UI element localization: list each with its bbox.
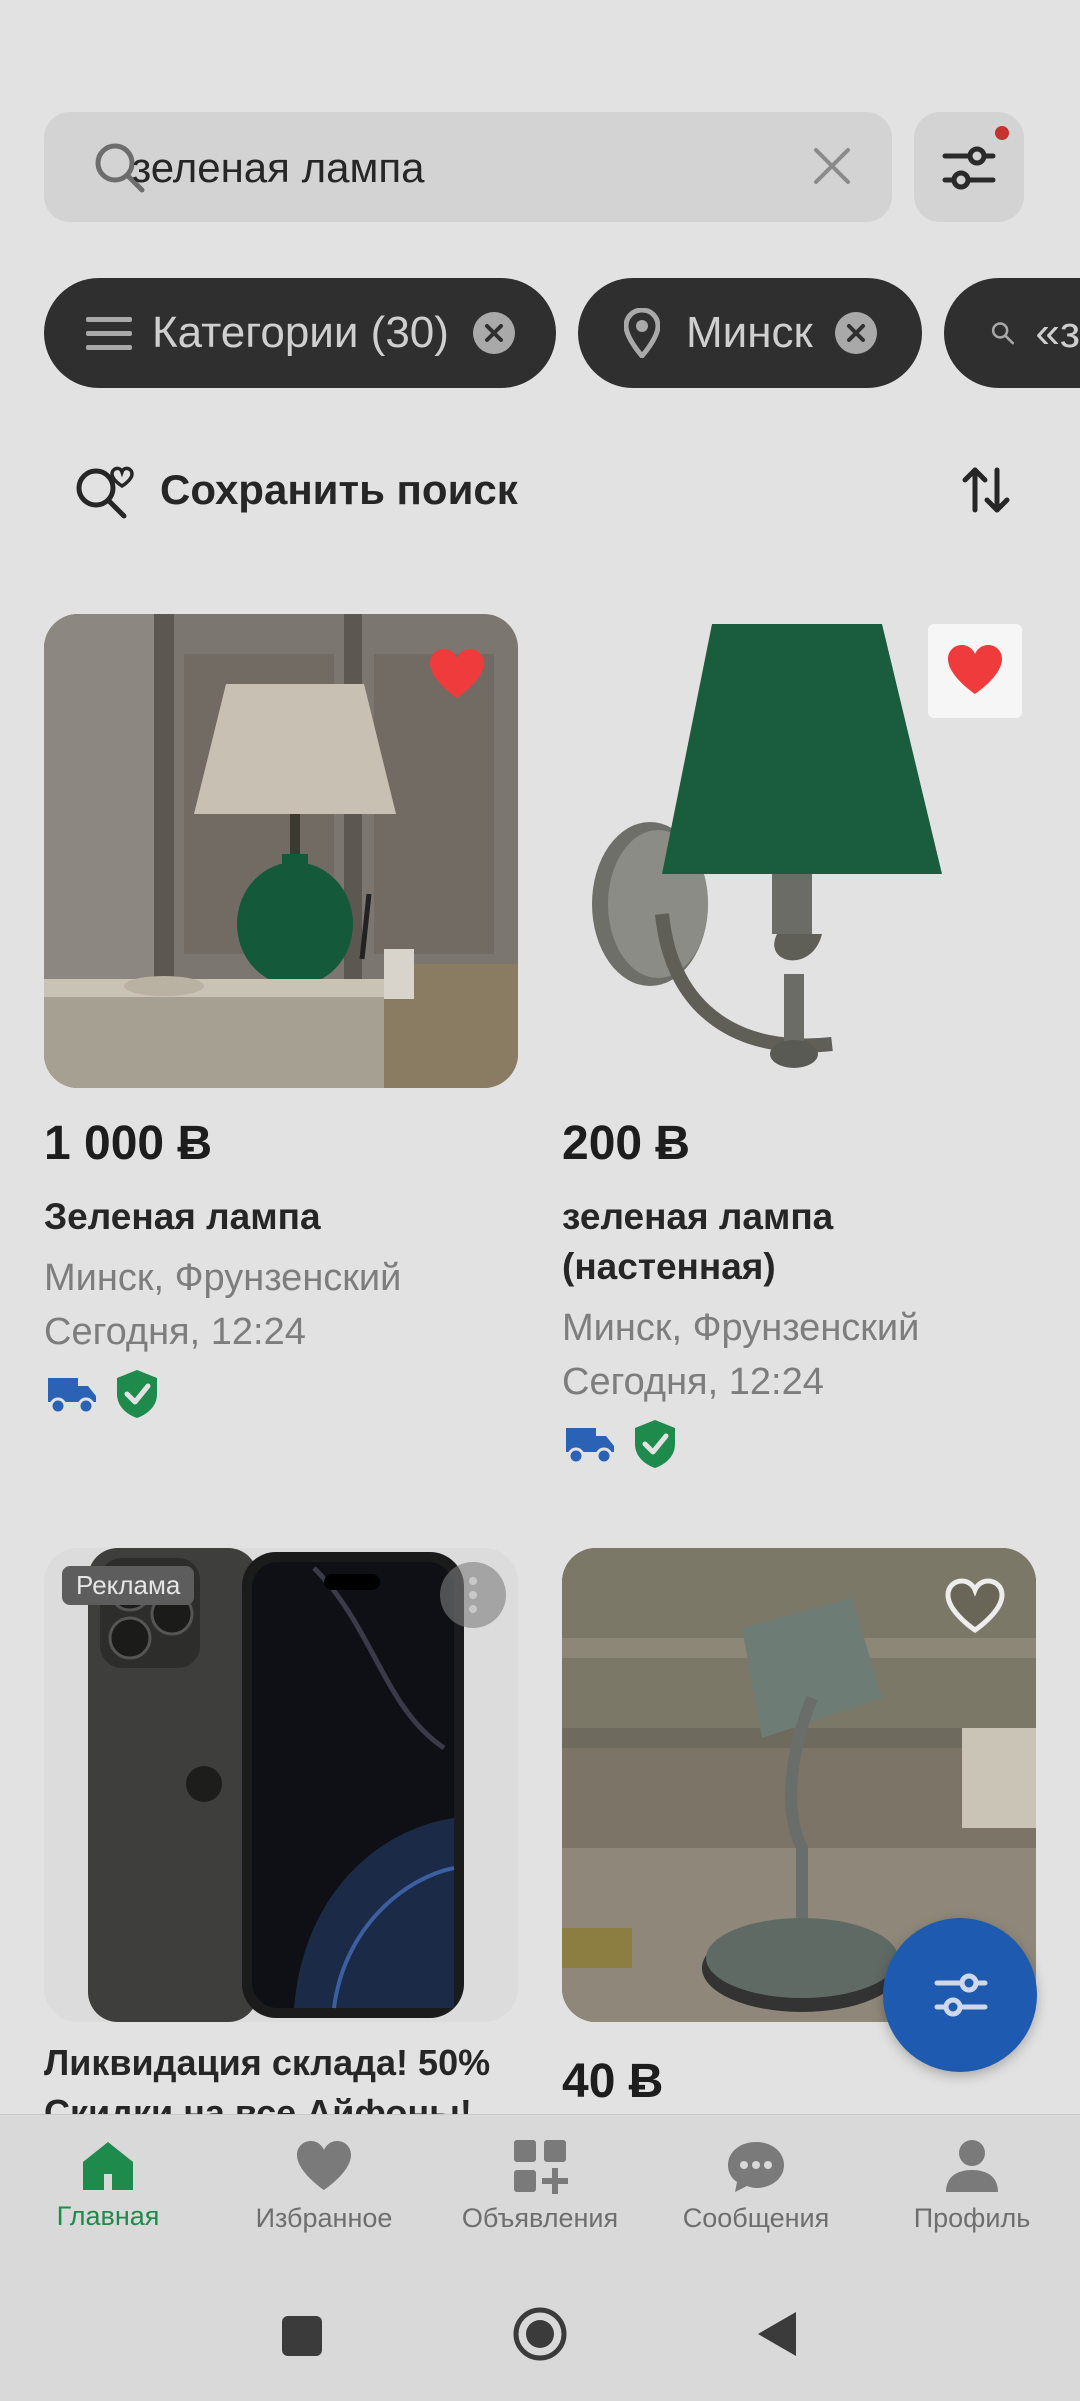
nav-label: Сообщения xyxy=(682,2203,830,2233)
filters-active-dot xyxy=(995,126,1009,140)
nav-messages[interactable]: Сообщения xyxy=(648,2138,864,2234)
add-grid-icon xyxy=(514,2140,568,2194)
favorite-button[interactable] xyxy=(928,624,1022,718)
chip-query[interactable]: «з xyxy=(944,278,1080,388)
chip-label: Категории (30) xyxy=(152,308,449,357)
chip-categories[interactable]: Категории (30) xyxy=(44,278,556,388)
delivery-truck-icon xyxy=(566,1428,614,1465)
nav-label: Профиль xyxy=(913,2203,1031,2233)
sort-icon[interactable] xyxy=(960,464,1012,516)
person-icon xyxy=(946,2140,998,2192)
chip-location[interactable]: Минск xyxy=(578,278,922,388)
more-options-icon[interactable] xyxy=(440,1562,506,1628)
ad-title[interactable]: Ликвидация склада! 50% xyxy=(44,2038,490,2088)
sliders-icon xyxy=(942,146,996,190)
search-icon xyxy=(991,322,1015,345)
nav-profile[interactable]: Профиль xyxy=(864,2138,1080,2234)
clear-search-icon[interactable] xyxy=(810,144,854,188)
nav-favorites[interactable]: Избранное xyxy=(216,2138,432,2234)
listing-title-line2[interactable]: (настенная) xyxy=(562,1242,776,1292)
save-search-button[interactable]: Сохранить поиск xyxy=(160,466,518,514)
favorite-heart-outline-icon[interactable] xyxy=(944,1578,1006,1634)
favorite-heart-icon xyxy=(948,645,1002,694)
chip-remove-icon[interactable] xyxy=(472,312,515,354)
filters-fab-button[interactable] xyxy=(883,1918,1037,2072)
chip-remove-icon[interactable] xyxy=(834,312,877,354)
menu-icon xyxy=(86,317,132,350)
chip-label: Минск xyxy=(686,308,813,357)
nav-home[interactable]: Главная xyxy=(0,2138,216,2232)
verified-shield-icon xyxy=(117,1370,157,1418)
ad-badge: Реклама xyxy=(62,1566,195,1605)
favorite-heart-icon[interactable] xyxy=(426,646,488,702)
ad-title-line2[interactable]: Скидки на все Айфоны! xyxy=(44,2088,472,2114)
listing-title[interactable]: Зеленая лампа xyxy=(44,1192,321,1242)
search-input[interactable]: зеленая лампа xyxy=(132,138,424,198)
home-icon xyxy=(83,2142,133,2190)
listing-price: 1 000 Ƀ xyxy=(44,1117,213,1170)
home-button[interactable] xyxy=(512,2306,568,2362)
back-button[interactable] xyxy=(756,2310,798,2358)
sliders-icon xyxy=(934,1973,988,2017)
listing-time: Сегодня, 12:24 xyxy=(44,1311,306,1353)
chip-label: «з xyxy=(1035,308,1080,357)
location-pin-icon xyxy=(624,308,660,358)
heart-icon xyxy=(297,2141,351,2190)
chat-icon xyxy=(728,2142,784,2192)
delivery-truck-icon xyxy=(48,1378,96,1415)
listing-title[interactable]: зеленая лампа xyxy=(562,1192,833,1242)
listing-location: Минск, Фрунзенский xyxy=(44,1257,402,1299)
nav-label: Объявления xyxy=(461,2203,619,2233)
nav-label: Главная xyxy=(56,2201,160,2231)
save-search-icon[interactable] xyxy=(72,460,134,522)
listing-time: Сегодня, 12:24 xyxy=(562,1361,824,1403)
verified-shield-icon xyxy=(635,1420,675,1468)
listing-price: 200 Ƀ xyxy=(562,1117,691,1170)
recents-button[interactable] xyxy=(282,2316,322,2356)
listing-location: Минск, Фрунзенский xyxy=(562,1307,920,1349)
nav-label: Избранное xyxy=(255,2203,393,2233)
nav-listings[interactable]: Объявления xyxy=(432,2138,648,2234)
listing-price: 40 Ƀ xyxy=(562,2055,664,2108)
